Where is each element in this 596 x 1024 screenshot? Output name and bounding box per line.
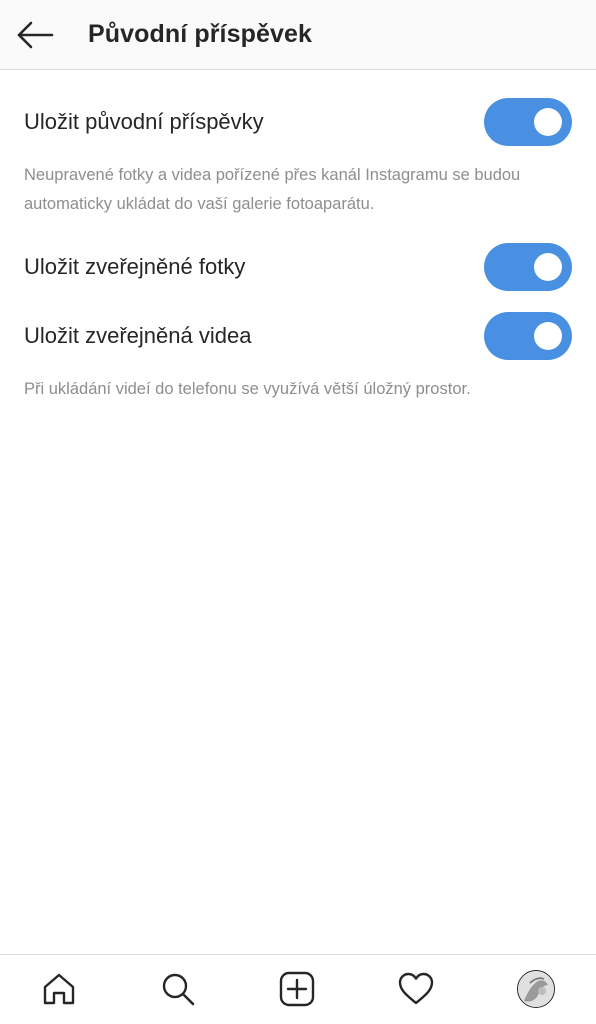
back-button[interactable] xyxy=(14,16,56,54)
heart-icon xyxy=(398,972,434,1005)
setting-save-original-label: Uložit původní příspěvky xyxy=(24,109,264,134)
setting-save-videos: Uložit zveřejněná videa xyxy=(0,308,596,364)
profile-avatar xyxy=(517,970,555,1008)
page-title: Původní příspěvek xyxy=(88,20,312,48)
avatar-image-icon xyxy=(518,971,554,1007)
bottom-navigation xyxy=(0,954,596,1024)
setting-save-photos: Uložit zveřejněné fotky xyxy=(0,239,596,295)
arrow-left-icon xyxy=(17,21,54,49)
setting-save-original: Uložit původní příspěvky xyxy=(0,94,596,150)
nav-profile[interactable] xyxy=(516,969,556,1009)
save-original-description: Neupravené fotky a videa pořízené přes k… xyxy=(24,166,521,213)
nav-search[interactable] xyxy=(158,969,198,1009)
add-post-icon xyxy=(279,971,315,1007)
setting-save-photos-label: Uložit zveřejněné fotky xyxy=(24,254,246,279)
home-icon xyxy=(43,973,75,1005)
nav-activity[interactable] xyxy=(396,969,436,1009)
toggle-knob xyxy=(534,253,562,281)
nav-add-post[interactable] xyxy=(277,969,317,1009)
screen: Původní příspěvek Uložit původní příspěv… xyxy=(0,0,596,1024)
save-original-toggle[interactable] xyxy=(484,98,572,146)
search-icon xyxy=(162,973,195,1006)
setting-save-videos-label: Uložit zveřejněná videa xyxy=(24,323,252,348)
save-videos-description: Při ukládání videí do telefonu se využív… xyxy=(24,380,471,398)
save-photos-toggle[interactable] xyxy=(484,243,572,291)
toggle-knob xyxy=(534,108,562,136)
top-bar: Původní příspěvek xyxy=(0,0,596,70)
toggle-knob xyxy=(534,322,562,350)
save-videos-toggle[interactable] xyxy=(484,312,572,360)
nav-home[interactable] xyxy=(39,969,79,1009)
